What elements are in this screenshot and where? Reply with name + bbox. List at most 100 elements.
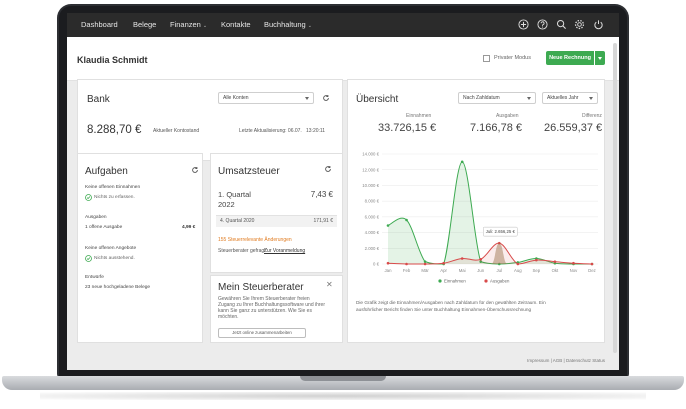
legend-marker bbox=[438, 279, 442, 283]
laptop-shadow bbox=[40, 392, 646, 400]
user-name: Klaudia Schmidt bbox=[77, 55, 148, 65]
check-circle-icon bbox=[85, 194, 92, 201]
account-select[interactable]: Alle Konten bbox=[218, 92, 314, 104]
chart-y-ticks: 0 € 2.000 € 4.000 € 6.000 € 8.000 € 10.000 € 1… bbox=[362, 152, 379, 267]
tasks-title: Aufgaben bbox=[85, 166, 128, 177]
y-tick-label: 12.000 € bbox=[362, 167, 379, 172]
data-point bbox=[405, 218, 408, 222]
nav-dashboard[interactable]: Dashboard bbox=[81, 20, 118, 29]
gear-icon[interactable] bbox=[574, 19, 585, 30]
x-tick-label: Jan bbox=[385, 268, 393, 273]
top-navbar: Dashboard Belege Finanzen ⌄ Kontakte Buch… bbox=[67, 13, 619, 37]
expenses-sum-label: Ausgaben bbox=[496, 113, 519, 119]
laptop-notch bbox=[300, 376, 386, 381]
data-point bbox=[423, 260, 427, 263]
bank-balance-label: Aktueller Kontostand bbox=[153, 128, 200, 134]
expenses-heading: Ausgaben bbox=[85, 215, 107, 220]
vat-advisor-link[interactable]: Zur Voranmeldung bbox=[264, 248, 305, 254]
tasks-card: Aufgaben Keine offenen Einnahmen Nichts … bbox=[77, 153, 203, 343]
bank-balance: 8.288,70 € bbox=[87, 124, 142, 136]
power-icon[interactable] bbox=[593, 19, 604, 30]
chart-legend: Einnahmen Ausgaben bbox=[438, 279, 510, 284]
chevron-down-icon bbox=[589, 97, 593, 100]
private-mode-checkbox[interactable] bbox=[483, 55, 490, 62]
tooltip-text: Juli: 2.656,25 € bbox=[486, 229, 516, 234]
nav-kontakte[interactable]: Kontakte bbox=[221, 20, 251, 29]
advisor-title: Mein Steuerberater bbox=[218, 282, 304, 293]
year-select[interactable]: Aktuelles Jahr bbox=[542, 92, 598, 104]
data-point bbox=[590, 262, 594, 266]
nav-finanzen-label: Finanzen bbox=[170, 20, 201, 29]
footer-links[interactable]: Impressum | AGB | Datenschutz Status bbox=[527, 358, 605, 363]
advisor-text-4: möchten. bbox=[218, 314, 239, 320]
new-invoice-button[interactable]: Neue Rechnung bbox=[546, 51, 594, 65]
y-tick-label: 14.000 € bbox=[362, 152, 379, 157]
drafts-link[interactable]: 23 neue hochgeladene Belege bbox=[85, 285, 150, 290]
date-range-select[interactable]: Nach Zahldatum bbox=[458, 92, 536, 104]
plus-icon[interactable] bbox=[518, 19, 529, 30]
x-tick-label: Mai bbox=[459, 268, 466, 273]
data-point bbox=[442, 261, 445, 265]
chart-note-1: Die Grafik zeigt die Einnahmen/Ausgaben … bbox=[356, 300, 546, 305]
advisor-card: Mein Steuerberater ✕ Gewähren Sie Ihrem … bbox=[210, 275, 343, 343]
chevron-down-icon: ⌄ bbox=[307, 23, 312, 29]
app-screen: Dashboard Belege Finanzen ⌄ Kontakte Buch… bbox=[67, 13, 619, 370]
y-tick-label: 10.000 € bbox=[362, 183, 379, 188]
data-point bbox=[479, 257, 483, 261]
refresh-icon[interactable] bbox=[322, 94, 330, 102]
offers-check-text: Nichts ausstehend. bbox=[94, 256, 135, 261]
legend-label: Ausgaben bbox=[490, 279, 510, 284]
vat-amount2: 171,91 € bbox=[313, 218, 333, 224]
check-circle-icon bbox=[85, 255, 92, 262]
data-point bbox=[386, 224, 390, 227]
y-tick-label: 2.000 € bbox=[365, 246, 380, 251]
income-sum-label: Einnahmen bbox=[406, 113, 432, 119]
refresh-icon[interactable] bbox=[191, 166, 199, 174]
data-point bbox=[405, 262, 408, 266]
income-heading: Keine offenen Einnahmen bbox=[85, 185, 141, 190]
help-icon[interactable] bbox=[537, 19, 548, 30]
nav-buchhaltung[interactable]: Buchhaltung ⌄ bbox=[264, 20, 312, 29]
nav-finanzen[interactable]: Finanzen ⌄ bbox=[170, 20, 207, 29]
x-tick-label: Nov bbox=[570, 268, 578, 273]
difference-label: Differenz bbox=[582, 113, 602, 119]
new-invoice-dropdown-button[interactable] bbox=[595, 51, 605, 65]
chevron-down-icon bbox=[527, 97, 531, 100]
refresh-icon[interactable] bbox=[324, 165, 332, 173]
vat-title: Umsatzsteuer bbox=[218, 166, 280, 177]
chevron-down-icon bbox=[305, 97, 309, 100]
nav-buchhaltung-label: Buchhaltung bbox=[264, 20, 306, 29]
chevron-down-icon: ⌄ bbox=[202, 23, 208, 29]
series-line bbox=[387, 161, 592, 265]
income-check-text: Nichts zu erfassen. bbox=[94, 195, 135, 200]
overview-title: Übersicht bbox=[356, 94, 399, 105]
vat-advisor-prompt: Steuerberater gefragt: bbox=[218, 248, 267, 254]
nav-belege[interactable]: Belege bbox=[133, 20, 156, 29]
x-tick-label: Apr bbox=[440, 268, 447, 273]
bank-card: Bank Alle Konten 8.288,70 € Aktueller Ko… bbox=[77, 79, 343, 161]
page-header: Klaudia Schmidt Privater Modus Neue Rech… bbox=[67, 37, 619, 81]
private-mode-label: Privater Modus bbox=[494, 55, 531, 61]
x-tick-label: Okt bbox=[552, 268, 559, 273]
close-icon[interactable]: ✕ bbox=[326, 280, 333, 289]
last-update-label: Letzte Aktualisierung: 06.07. bbox=[239, 128, 302, 134]
open-expense-link[interactable]: 1 offene Ausgabe bbox=[85, 225, 122, 230]
x-tick-label: Jun bbox=[477, 268, 485, 273]
data-point bbox=[553, 260, 557, 263]
vat-card: Umsatzsteuer 1. Quartal 2022 7,43 € 4. Q… bbox=[210, 153, 343, 273]
open-expense-amount: 4,99 € bbox=[182, 225, 196, 230]
vat-amount1: 7,43 € bbox=[310, 190, 333, 199]
drafts-heading: Entwürfe bbox=[85, 275, 104, 280]
search-icon[interactable] bbox=[556, 19, 567, 30]
page-scrollbar[interactable] bbox=[613, 43, 617, 353]
collaborate-button[interactable]: Jetzt online zusammenarbeiten bbox=[218, 328, 306, 338]
vat-period2: 4. Quartal 2020 bbox=[220, 218, 255, 224]
bank-title: Bank bbox=[87, 94, 110, 105]
vat-period1: 1. Quartal bbox=[218, 190, 251, 199]
y-tick-label: 8.000 € bbox=[365, 199, 380, 204]
chart-series bbox=[386, 160, 594, 266]
vat-changes-link[interactable]: 155 Steuerrelevante Änderungen bbox=[218, 237, 292, 243]
last-update-time: 13:20:11 bbox=[306, 128, 326, 134]
income-expenses-chart: 0 € 2.000 € 4.000 € 6.000 € 8.000 € 10.000 € 1… bbox=[362, 152, 598, 284]
data-point bbox=[423, 262, 427, 266]
